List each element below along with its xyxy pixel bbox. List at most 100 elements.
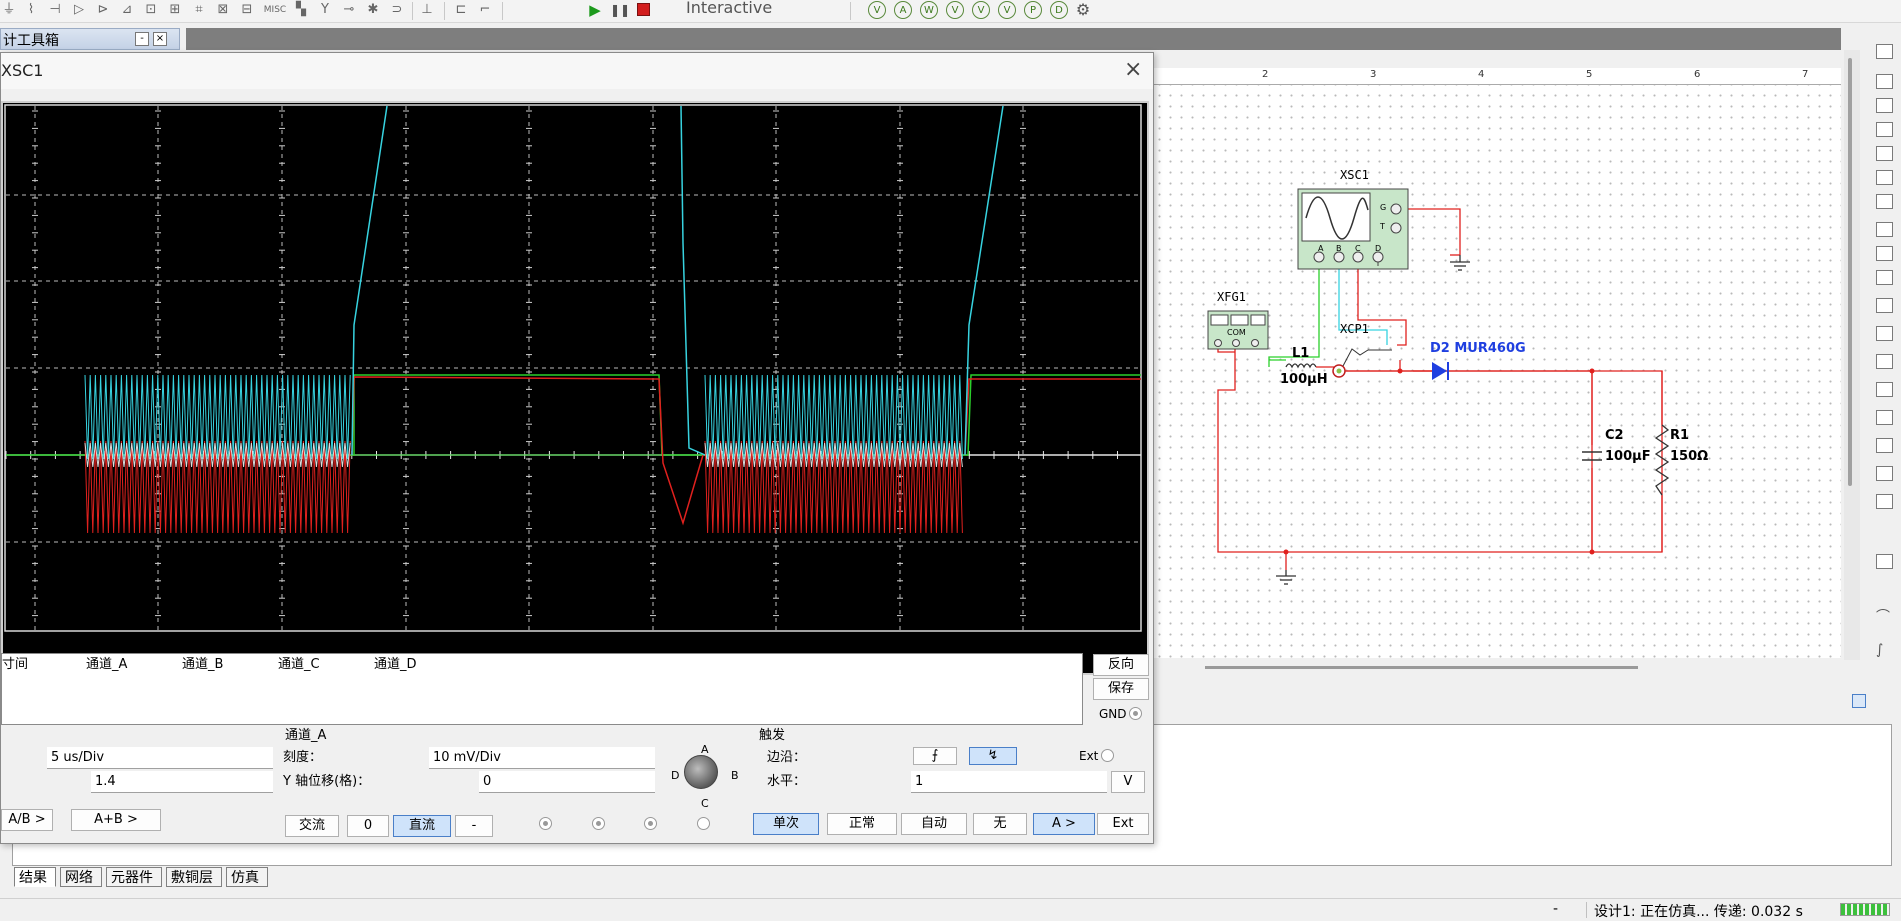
electromech-icon[interactable]: ⊸ xyxy=(340,1,358,19)
mixed-icon[interactable]: ⊠ xyxy=(214,1,232,19)
xfg1-label: XFG1 xyxy=(1217,290,1246,304)
stop-icon[interactable] xyxy=(634,1,652,19)
ab-button[interactable]: A/B > xyxy=(1,809,53,831)
normal-trigger-button[interactable]: 正常 xyxy=(827,813,897,835)
channel-d-radio[interactable] xyxy=(697,817,710,830)
power-meter-icon[interactable]: W xyxy=(920,1,938,19)
word-generator-tool-icon[interactable] xyxy=(1876,222,1893,237)
diode-icon[interactable]: ▷ xyxy=(70,1,88,19)
distortion-analyzer-tool-icon[interactable] xyxy=(1876,326,1893,341)
voltage-probe-icon[interactable]: V xyxy=(946,1,964,19)
interactive-mode[interactable]: Interactive xyxy=(686,0,772,17)
agilent-multimeter-tool-icon[interactable] xyxy=(1876,438,1893,453)
channel-a-radio[interactable] xyxy=(539,817,552,830)
tab-simulation[interactable]: 仿真 xyxy=(226,867,268,887)
canvas-vertical-scroll-thumb[interactable] xyxy=(1848,58,1852,486)
channel-ypos-field[interactable]: 0 xyxy=(479,771,655,793)
antenna-icon[interactable]: Y xyxy=(316,1,334,19)
bode-plotter-tool-icon[interactable] xyxy=(1876,170,1893,185)
power-icon[interactable]: ▚ xyxy=(292,1,310,19)
current-probe-icon[interactable]: V xyxy=(998,1,1016,19)
four-channel-scope-tool-icon[interactable] xyxy=(1876,146,1893,161)
trigger-source-ext-button[interactable]: Ext xyxy=(1097,813,1149,835)
a-plus-b-button[interactable]: A+B > xyxy=(71,809,161,831)
wattmeter-icon[interactable]: A xyxy=(894,1,912,19)
probe-icon[interactable]: ⊥ xyxy=(418,1,436,19)
indicator-icon[interactable]: ⊟ xyxy=(238,1,256,19)
trigger-level-unit[interactable]: V xyxy=(1111,771,1145,793)
trigger-ext-terminal[interactable] xyxy=(1101,749,1114,762)
agilent-generator-tool-icon[interactable] xyxy=(1876,410,1893,425)
rf-icon[interactable]: ✱ xyxy=(364,1,382,19)
pause-icon[interactable]: ❚❚ xyxy=(610,1,630,19)
gnd-terminal[interactable] xyxy=(1129,707,1142,720)
multimeter-tool-icon[interactable] xyxy=(1876,44,1893,59)
scope-close-button[interactable]: × xyxy=(1124,52,1142,88)
restore-view-icon[interactable] xyxy=(1852,694,1866,708)
channel-scale-field[interactable]: 10 mV/Div xyxy=(429,747,655,769)
oscilloscope-tool-icon[interactable] xyxy=(1876,122,1893,137)
xsc1-pin-g: G xyxy=(1380,203,1387,212)
canvas-horizontal-scroll-thumb[interactable] xyxy=(1205,666,1638,669)
reverse-button[interactable]: 反向 xyxy=(1093,654,1149,676)
none-trigger-button[interactable]: 无 xyxy=(973,813,1027,835)
canvas-vertical-scrollbar[interactable] xyxy=(1844,50,1860,660)
current-probe-tool-icon[interactable]: ⌒ xyxy=(1876,606,1893,625)
timebase-scale-field[interactable]: 5 us/Div xyxy=(47,747,273,769)
tab-copper-layers[interactable]: 敷铜层 xyxy=(166,867,222,887)
zero-coupling-button[interactable]: 0 xyxy=(347,815,389,837)
resistor-icon[interactable]: ⌇ xyxy=(22,1,40,19)
labview-tool-icon[interactable] xyxy=(1876,554,1893,569)
tektronix-scope-tool-icon[interactable] xyxy=(1876,494,1893,509)
logic-converter-tool-icon[interactable] xyxy=(1876,246,1893,261)
run-icon[interactable]: ▶ xyxy=(586,1,604,19)
channel-b-radio[interactable] xyxy=(592,817,605,830)
rising-edge-button[interactable]: ⨍ xyxy=(913,747,957,765)
network-analyzer-tool-icon[interactable] xyxy=(1876,382,1893,397)
wattmeter-tool-icon[interactable] xyxy=(1876,98,1893,113)
channel-selector-knob[interactable] xyxy=(684,755,718,789)
wire-icon[interactable]: ⌐ xyxy=(476,1,494,19)
cmos-icon[interactable]: ⊞ xyxy=(166,1,184,19)
spectrum-analyzer-tool-icon[interactable] xyxy=(1876,354,1893,369)
multimeter-icon[interactable]: V xyxy=(868,1,886,19)
toolbox-minimize-button[interactable]: - xyxy=(135,32,149,46)
x-position-field[interactable]: 1.4 xyxy=(91,771,273,793)
save-button[interactable]: 保存 xyxy=(1093,678,1149,700)
mcu-icon[interactable]: ⌗ xyxy=(190,1,208,19)
settings-gear-icon[interactable]: ⚙ xyxy=(1074,1,1092,19)
auto-trigger-button[interactable]: 自动 xyxy=(901,813,967,835)
transistor-icon[interactable]: ⊳ xyxy=(94,1,112,19)
connector-icon[interactable]: ⊃ xyxy=(388,1,406,19)
function-generator-tool-icon[interactable] xyxy=(1876,74,1893,89)
single-trigger-button[interactable]: 单次 xyxy=(753,813,819,835)
misc-icon[interactable]: MISC xyxy=(262,1,288,19)
logic-analyzer-tool-icon[interactable] xyxy=(1876,270,1893,285)
bus-icon[interactable]: ⊏ xyxy=(452,1,470,19)
trigger-source-a-button[interactable]: A > xyxy=(1033,813,1095,835)
falling-edge-button[interactable]: ↯ xyxy=(969,747,1017,765)
analog-icon[interactable]: ⊿ xyxy=(118,1,136,19)
frequency-counter-tool-icon[interactable] xyxy=(1876,194,1893,209)
probe-tool-icon[interactable]: ∫ xyxy=(1876,642,1893,658)
digital-probe-icon[interactable]: D xyxy=(1050,1,1068,19)
dc-coupling-button[interactable]: 直流 xyxy=(393,815,451,837)
trigger-level-field[interactable]: 1 xyxy=(911,771,1107,793)
channel-negate-button[interactable]: - xyxy=(455,815,493,837)
tab-results[interactable]: 结果 xyxy=(14,867,56,887)
power-probe-icon[interactable]: P xyxy=(1024,1,1042,19)
agilent-scope-tool-icon[interactable] xyxy=(1876,466,1893,481)
scope-titlebar[interactable]: XSC1 × xyxy=(1,53,1153,89)
ttl-icon[interactable]: ⊡ xyxy=(142,1,160,19)
toolbox-close-button[interactable]: × xyxy=(153,32,167,46)
ac-probe-icon[interactable]: V xyxy=(972,1,990,19)
capacitor-icon[interactable]: ⊣ xyxy=(46,1,64,19)
iv-analyzer-tool-icon[interactable] xyxy=(1876,298,1893,313)
tab-nets[interactable]: 网络 xyxy=(60,867,102,887)
schematic-drawing xyxy=(1207,188,1670,585)
scope-display[interactable] xyxy=(1,101,1149,675)
ground-icon[interactable]: ⏚ xyxy=(0,1,18,19)
ac-coupling-button[interactable]: 交流 xyxy=(285,815,339,837)
tab-components[interactable]: 元器件 xyxy=(106,867,162,887)
channel-c-radio[interactable] xyxy=(644,817,657,830)
